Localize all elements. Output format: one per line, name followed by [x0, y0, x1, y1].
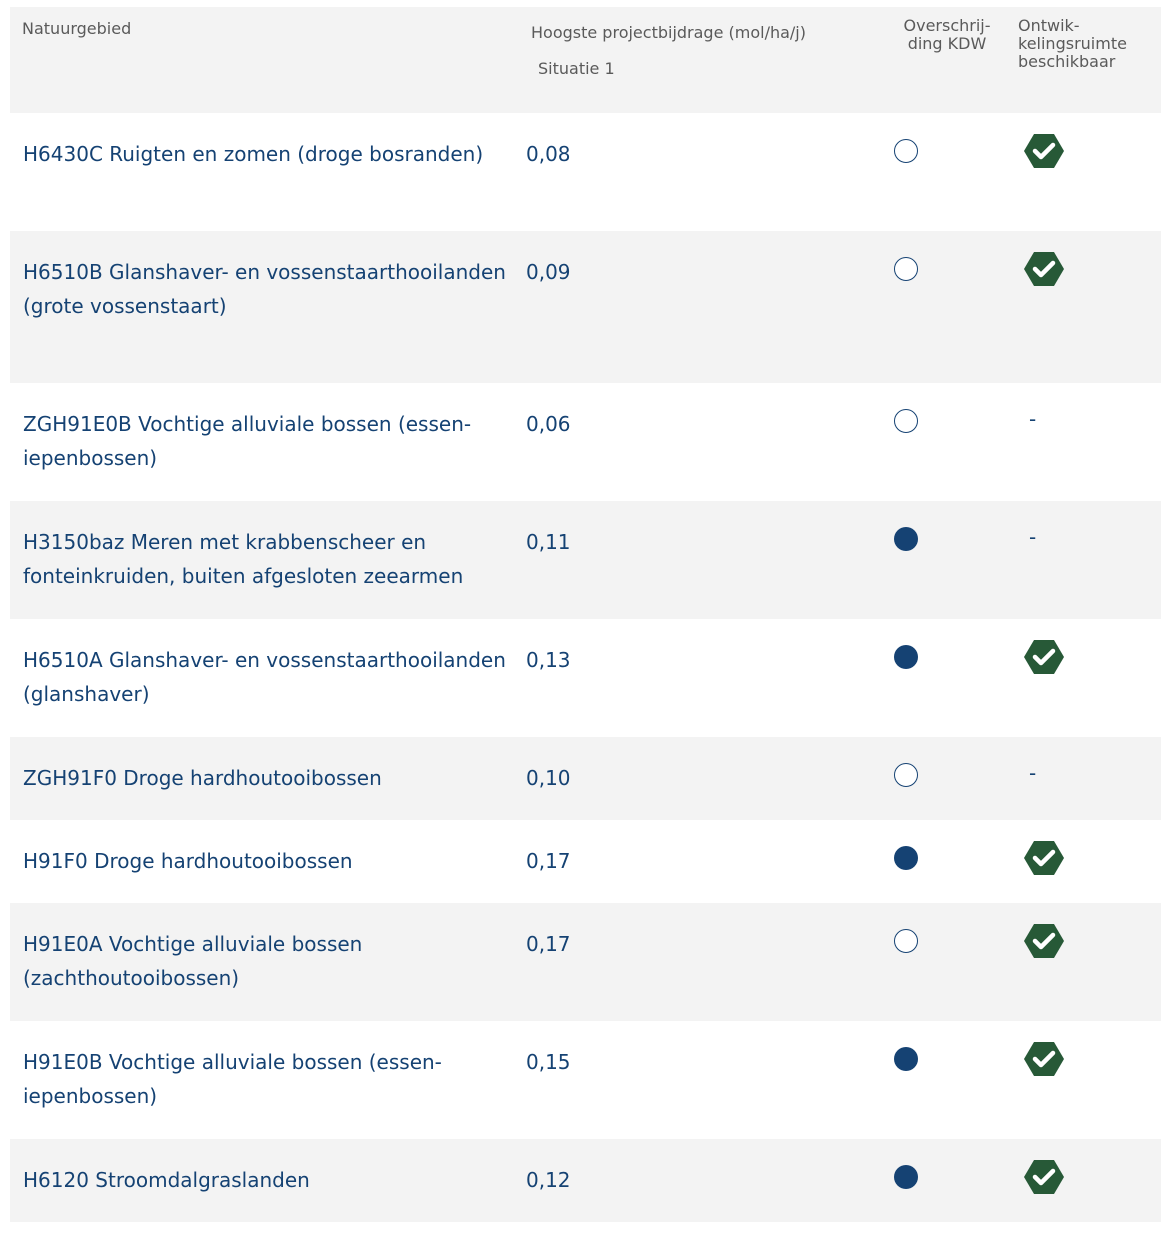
kdw-indicator [891, 843, 921, 873]
natuurgebied-name: H6430C Ruigten en zomen (droge bosranden… [23, 142, 484, 166]
ontwikkelingsruimte-indicator [1024, 251, 1064, 287]
open-circle-icon [894, 257, 918, 281]
projectbijdrage-value: 0,15 [526, 1050, 571, 1074]
natuurgebied-name: ZGH91F0 Droge hardhoutooibossen [23, 766, 382, 790]
table-row: H6430C Ruigten en zomen (droge bosranden… [10, 113, 1161, 231]
natuurgebied-name: H3150baz Meren met krabbenscheer en font… [23, 530, 464, 588]
projectbijdrage-value: 0,09 [526, 260, 571, 284]
projectbijdrage-value: 0,06 [526, 412, 571, 436]
filled-circle-icon [894, 1165, 918, 1189]
column-header-ontwikkelingsruimte: Ontwik- kelingsruimte beschikbaar [1018, 16, 1127, 71]
column-header-projectbijdrage: Hoogste projectbijdrage (mol/ha/j) [531, 23, 806, 42]
projectbijdrage-value: 0,10 [526, 766, 571, 790]
ontwikkelingsruimte-indicator [1024, 1041, 1064, 1077]
table-row: H3150baz Meren met krabbenscheer en font… [10, 501, 1161, 619]
check-icon [1024, 252, 1064, 286]
natuurgebied-name: H91E0A Vochtige alluviale bossen (zachth… [23, 932, 363, 990]
check-icon [1024, 841, 1064, 875]
kdw-indicator [891, 136, 921, 166]
natuurgebied-table: Natuurgebied Hoogste projectbijdrage (mo… [0, 7, 1161, 1222]
column-header-natuurgebied: Natuurgebied [22, 19, 132, 38]
natuurgebied-name: H91E0B Vochtige alluviale bossen (essen-… [23, 1050, 442, 1108]
table-row: H91F0 Droge hardhoutooibossen 0,17 [10, 820, 1161, 903]
ontwikkelingsruimte-indicator: - [1024, 407, 1064, 443]
check-icon [1024, 1160, 1064, 1194]
table-row: H6510B Glanshaver- en vossenstaarthooila… [10, 231, 1161, 383]
filled-circle-icon [894, 1047, 918, 1071]
check-icon [1024, 1042, 1064, 1076]
natuurgebied-name: ZGH91E0B Vochtige alluviale bossen (esse… [23, 412, 472, 470]
not-applicable-dash: - [1029, 407, 1037, 431]
natuurgebied-name: H6510B Glanshaver- en vossenstaarthooila… [23, 260, 506, 318]
kdw-indicator [891, 524, 921, 554]
check-icon [1024, 640, 1064, 674]
table-row: H6120 Stroomdalgraslanden 0,12 [10, 1139, 1161, 1222]
kdw-indicator [891, 1162, 921, 1192]
filled-circle-icon [894, 846, 918, 870]
kdw-indicator [891, 760, 921, 790]
open-circle-icon [894, 409, 918, 433]
ontwikkelingsruimte-indicator [1024, 639, 1064, 675]
kdw-indicator [891, 406, 921, 436]
filled-circle-icon [894, 527, 918, 551]
table-row: ZGH91E0B Vochtige alluviale bossen (esse… [10, 383, 1161, 501]
table-row: H91E0A Vochtige alluviale bossen (zachth… [10, 903, 1161, 1021]
check-icon [1024, 134, 1064, 168]
table-row: H6510A Glanshaver- en vossenstaarthooila… [10, 619, 1161, 737]
column-header-situatie: Situatie 1 [538, 59, 615, 78]
table-header: Natuurgebied Hoogste projectbijdrage (mo… [10, 7, 1161, 113]
ontwikkelingsruimte-indicator: - [1024, 525, 1064, 561]
filled-circle-icon [894, 645, 918, 669]
projectbijdrage-value: 0,13 [526, 648, 571, 672]
ontwikkelingsruimte-indicator [1024, 923, 1064, 959]
natuurgebied-name: H91F0 Droge hardhoutooibossen [23, 849, 353, 873]
projectbijdrage-value: 0,12 [526, 1168, 571, 1192]
projectbijdrage-value: 0,17 [526, 849, 571, 873]
not-applicable-dash: - [1029, 761, 1037, 785]
table-row: ZGH91F0 Droge hardhoutooibossen 0,10 - [10, 737, 1161, 820]
ontwikkelingsruimte-indicator: - [1024, 761, 1064, 797]
kdw-indicator [891, 254, 921, 284]
kdw-indicator [891, 926, 921, 956]
not-applicable-dash: - [1029, 525, 1037, 549]
ontwikkelingsruimte-indicator [1024, 1159, 1064, 1195]
column-header-overschrijding-kdw: Overschrij- ding KDW [903, 16, 991, 53]
kdw-indicator [891, 642, 921, 672]
open-circle-icon [894, 139, 918, 163]
natuurgebied-name: H6120 Stroomdalgraslanden [23, 1168, 310, 1192]
ontwikkelingsruimte-indicator [1024, 133, 1064, 169]
check-icon [1024, 924, 1064, 958]
kdw-indicator [891, 1044, 921, 1074]
projectbijdrage-value: 0,17 [526, 932, 571, 956]
ontwikkelingsruimte-indicator [1024, 840, 1064, 876]
table-row: H91E0B Vochtige alluviale bossen (essen-… [10, 1021, 1161, 1139]
projectbijdrage-value: 0,08 [526, 142, 571, 166]
projectbijdrage-value: 0,11 [526, 530, 571, 554]
natuurgebied-name: H6510A Glanshaver- en vossenstaarthooila… [23, 648, 506, 706]
open-circle-icon [894, 929, 918, 953]
open-circle-icon [894, 763, 918, 787]
